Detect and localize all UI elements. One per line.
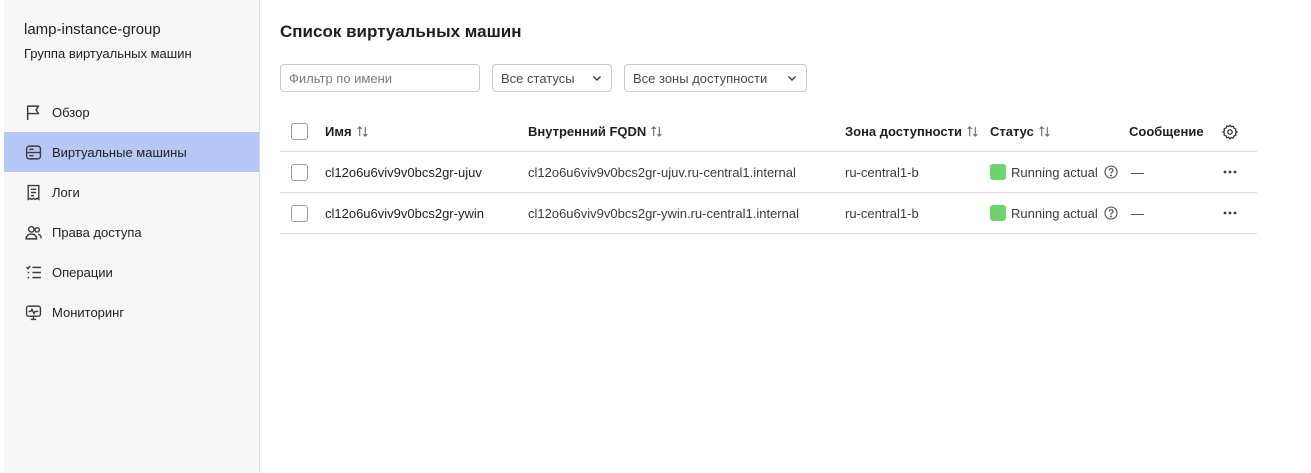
page-title: Список виртуальных машин xyxy=(280,22,522,41)
status-label: Running actual xyxy=(1011,205,1098,221)
sort-icon xyxy=(651,126,663,137)
row-checkbox[interactable] xyxy=(291,163,308,181)
sort-icon xyxy=(967,126,978,137)
sidebar-item-label: Обзор xyxy=(52,104,90,120)
column-header-name[interactable]: Имя xyxy=(325,112,369,151)
sidebar-item-logs[interactable]: Логи xyxy=(4,172,259,212)
sidebar-item-label: Операции xyxy=(52,264,113,280)
chevron-down-icon xyxy=(788,76,796,81)
sidebar-nav: Обзор Виртуальные машины Логи Права дост… xyxy=(4,92,259,332)
sidebar: lamp-instance-group Группа виртуальных м… xyxy=(4,0,260,473)
table-header-row: Имя Внутренний FQDN Зона доступности Ста… xyxy=(280,112,1257,152)
vm-status: Running actual xyxy=(990,152,1118,192)
vm-zone: ru-central1-b xyxy=(845,164,919,180)
sidebar-item-label: Мониторинг xyxy=(52,304,125,320)
monitoring-icon xyxy=(24,303,42,321)
sidebar-item-label: Права доступа xyxy=(52,224,142,240)
help-icon[interactable] xyxy=(1104,165,1118,179)
sidebar-item-monitoring[interactable]: Мониторинг xyxy=(4,292,259,332)
sidebar-item-overview[interactable]: Обзор xyxy=(4,92,259,132)
table-settings-cell xyxy=(1222,112,1238,151)
gear-icon[interactable] xyxy=(1222,123,1238,140)
sort-icon xyxy=(1039,126,1050,137)
instance-group-subtitle: Группа виртуальных машин xyxy=(24,46,192,61)
table-row[interactable]: cl12o6u6viv9v0bcs2gr-ujuv cl12o6u6viv9v0… xyxy=(280,152,1257,193)
users-icon xyxy=(24,223,42,241)
status-indicator xyxy=(990,164,1006,180)
row-actions-cell xyxy=(1222,193,1238,233)
help-icon[interactable] xyxy=(1104,206,1118,220)
vm-message: — xyxy=(1129,152,1144,192)
server-icon xyxy=(24,143,42,161)
vm-message: — xyxy=(1129,193,1144,233)
status-label: Running actual xyxy=(1011,164,1098,180)
column-header-label: Зона доступности xyxy=(845,124,963,139)
vm-name[interactable]: cl12o6u6viv9v0bcs2gr-ujuv xyxy=(325,152,482,192)
logs-icon xyxy=(24,183,42,201)
select-all-checkbox[interactable] xyxy=(291,123,308,140)
flag-icon xyxy=(24,103,42,121)
vm-fqdn: cl12o6u6viv9v0bcs2gr-ywin.ru-central1.in… xyxy=(528,205,799,221)
zone-filter-select[interactable]: Все зоны доступности xyxy=(624,64,807,92)
vm-name[interactable]: cl12o6u6viv9v0bcs2gr-ywin xyxy=(325,193,484,233)
column-header-fqdn[interactable]: Внутренний FQDN xyxy=(528,112,663,151)
message-text: — xyxy=(1131,164,1144,180)
status-indicator xyxy=(990,205,1006,221)
vm-table: Имя Внутренний FQDN Зона доступности Ста… xyxy=(280,112,1257,234)
status-filter-select[interactable]: Все статусы xyxy=(492,64,612,92)
more-actions-icon[interactable] xyxy=(1222,164,1238,180)
sidebar-item-label: Виртуальные машины xyxy=(52,144,187,160)
select-all-cell xyxy=(291,112,308,151)
row-checkbox[interactable] xyxy=(291,204,308,222)
filters-bar: Все статусы Все зоны доступности xyxy=(280,64,807,92)
vm-zone: ru-central1-b xyxy=(845,205,919,221)
sidebar-header: lamp-instance-group Группа виртуальных м… xyxy=(4,0,259,62)
column-header-zone[interactable]: Зона доступности xyxy=(845,112,979,151)
row-select-cell xyxy=(291,193,308,233)
chevron-down-icon xyxy=(593,76,601,81)
zone-filter-value: Все зоны доступности xyxy=(633,70,768,86)
column-header-label: Сообщение xyxy=(1129,124,1204,139)
column-header-label: Имя xyxy=(325,124,352,139)
message-text: — xyxy=(1131,205,1144,221)
sort-icon xyxy=(356,126,368,137)
operations-icon xyxy=(24,263,42,281)
sidebar-item-virtual-machines[interactable]: Виртуальные машины xyxy=(4,132,259,172)
vm-fqdn: cl12o6u6viv9v0bcs2gr-ujuv.ru-central1.in… xyxy=(528,164,796,180)
row-actions-cell xyxy=(1222,152,1238,192)
column-header-message: Сообщение xyxy=(1129,112,1204,151)
row-select-cell xyxy=(291,152,308,192)
name-filter-input[interactable] xyxy=(280,64,480,92)
more-actions-icon[interactable] xyxy=(1222,205,1238,221)
status-filter-value: Все статусы xyxy=(501,70,575,86)
sidebar-item-operations[interactable]: Операции xyxy=(4,252,259,292)
sidebar-item-access-rights[interactable]: Права доступа xyxy=(4,212,259,252)
column-header-status[interactable]: Статус xyxy=(990,112,1051,151)
column-header-label: Статус xyxy=(990,124,1034,139)
table-row[interactable]: cl12o6u6viv9v0bcs2gr-ywin cl12o6u6viv9v0… xyxy=(280,193,1257,234)
column-header-label: Внутренний FQDN xyxy=(528,124,647,139)
sidebar-item-label: Логи xyxy=(52,184,80,200)
vm-status: Running actual xyxy=(990,193,1118,233)
instance-group-title: lamp-instance-group xyxy=(24,21,161,38)
